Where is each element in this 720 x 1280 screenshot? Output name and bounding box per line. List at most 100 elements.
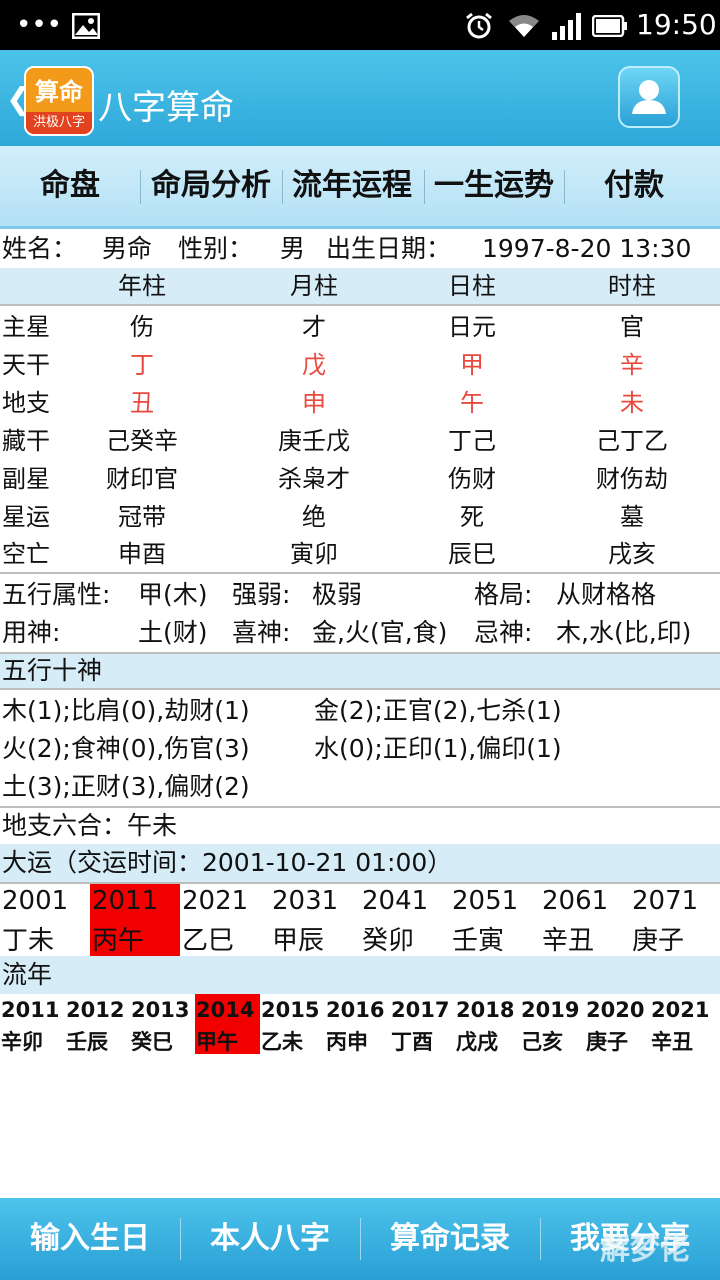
pillar-cell: 绝 [302, 503, 326, 531]
tab-payment[interactable]: 付款 [564, 146, 704, 226]
row-label: 主星 [2, 313, 50, 341]
dayun-year: 2051 [452, 886, 519, 916]
liunian-item[interactable]: 2015 乙未 [260, 994, 325, 1054]
pillar-header: 月柱 [290, 272, 338, 300]
battery-icon [591, 0, 628, 50]
row-label: 空亡 [2, 540, 50, 568]
tab-liunian-fortune[interactable]: 流年运程 [282, 146, 422, 226]
bottom-tab-enter-birthday[interactable]: 输入生日 [0, 1198, 180, 1280]
dayun-item[interactable]: 2001 丁未 [0, 884, 90, 956]
row-label: 藏干 [2, 427, 50, 455]
pillar-cell: 辰巳 [448, 540, 496, 568]
page-title: 八字算命 [98, 88, 234, 128]
pillar-cell: 冠带 [118, 503, 166, 531]
liunian-ganzhi: 壬辰 [66, 1030, 108, 1054]
gender-label: 性别： [178, 234, 254, 263]
liunian-item[interactable]: 2017 丁酉 [390, 994, 455, 1054]
row-label: 星运 [2, 503, 50, 531]
tab-lifetime-fortune[interactable]: 一生运势 [424, 146, 564, 226]
pillar-row: 星运 冠带 绝 死 墓 [0, 498, 720, 536]
dayun-item[interactable]: 2051 壬寅 [450, 884, 540, 956]
pillar-cell: 伤 [130, 313, 154, 341]
section-title: 五行十神 [2, 656, 103, 685]
tab-mingju-analysis[interactable]: 命局分析 [140, 146, 282, 226]
liunian-year: 2012 [66, 998, 125, 1022]
liunian-item-current[interactable]: 2014 甲午 [195, 994, 260, 1054]
pillar-cell: 申酉 [118, 540, 166, 568]
row-label: 地支 [2, 389, 50, 417]
shishen-item: 水(0);正印(1),偏印(1) [314, 734, 562, 763]
liunian-item[interactable]: 2013 癸巳 [130, 994, 195, 1054]
liunian-item[interactable]: 2019 己亥 [520, 994, 585, 1054]
dayun-ganzhi: 庚子 [632, 926, 685, 956]
pillar-cell: 庚壬戊 [278, 427, 350, 455]
pillar-cell: 财印官 [106, 465, 178, 493]
tab-mingpan[interactable]: 命盘 [0, 146, 140, 226]
name-label: 姓名： [2, 234, 78, 263]
liunian-item[interactable]: 2016 丙申 [325, 994, 390, 1054]
liunian-item[interactable]: 2011 辛卯 [0, 994, 65, 1054]
name-value: 男命 [102, 234, 153, 263]
pillar-cell: 丑 [130, 389, 154, 417]
clock-time: 19:50 [636, 8, 717, 41]
notification-dots: ••• [16, 10, 63, 40]
liunian-year: 2011 [1, 998, 60, 1022]
dayun-item[interactable]: 2041 癸卯 [360, 884, 450, 956]
liunian-item[interactable]: 2020 庚子 [585, 994, 650, 1054]
dayun-year: 2071 [632, 886, 699, 916]
pillar-cell: 戌亥 [608, 540, 656, 568]
liunian-ganzhi: 癸巳 [131, 1030, 173, 1054]
xishen-value: 金,火(官,食) [312, 618, 448, 647]
pillar-header: 时柱 [608, 272, 656, 300]
pillar-cell: 辛 [620, 351, 644, 379]
dayun-year: 2001 [2, 886, 69, 916]
dayun-ganzhi: 壬寅 [452, 926, 505, 956]
dayun-section-header: 大运（交运时间：2001-10-21 01:00） [0, 844, 720, 882]
dayun-ganzhi: 甲辰 [272, 926, 325, 956]
bottom-tab-my-bazi[interactable]: 本人八字 [180, 1198, 360, 1280]
dayun-year: 2031 [272, 886, 339, 916]
row-label: 副星 [2, 465, 50, 493]
yongshen-label: 用神: [2, 618, 61, 647]
divider [0, 572, 720, 574]
liunian-item[interactable]: 2018 戊戌 [455, 994, 520, 1054]
shishen-row: 火(2);食神(0),伤官(3) 水(0);正印(1),偏印(1) [0, 730, 720, 768]
liunian-ganzhi: 戊戌 [456, 1030, 498, 1054]
liunian-ganzhi: 乙未 [261, 1030, 303, 1054]
liunian-year: 2018 [456, 998, 515, 1022]
liunian-year: 2017 [391, 998, 450, 1022]
shishen-section-header: 五行十神 [0, 654, 720, 688]
liunian-year: 2014 [196, 998, 255, 1022]
dayun-item[interactable]: 2021 乙巳 [180, 884, 270, 956]
pillar-row: 副星 财印官 杀枭才 伤财 财伤劫 [0, 460, 720, 498]
bottom-tab-history[interactable]: 算命记录 [360, 1198, 540, 1280]
xishen-label: 喜神: [232, 618, 291, 647]
pillar-cell: 丁 [130, 351, 154, 379]
dayun-item[interactable]: 2061 辛丑 [540, 884, 630, 956]
dayun-item-current[interactable]: 2011 丙午 [90, 884, 180, 956]
liunian-year: 2020 [586, 998, 645, 1022]
pillar-row: 地支 丑 申 午 未 [0, 384, 720, 422]
liunian-ganzhi: 辛卯 [1, 1030, 43, 1054]
dayun-ganzhi: 辛丑 [542, 926, 595, 956]
yongshen-value: 土(财) [138, 618, 208, 647]
jishen-label: 忌神: [474, 618, 533, 647]
liunian-item[interactable]: 2012 壬辰 [65, 994, 130, 1054]
user-icon [632, 80, 666, 114]
pillar-cell: 杀枭才 [278, 465, 350, 493]
liunian-ganzhi: 丙申 [326, 1030, 368, 1054]
dayun-ganzhi: 丙午 [92, 926, 145, 956]
pillar-cell: 寅卯 [290, 540, 338, 568]
status-bar: ••• 19:50 [0, 0, 720, 50]
liunian-year: 2013 [131, 998, 190, 1022]
pillar-cell: 戊 [302, 351, 326, 379]
dayun-item[interactable]: 2071 庚子 [630, 884, 720, 956]
pillar-row: 天干 丁 戊 甲 辛 [0, 346, 720, 384]
pillar-cell: 官 [620, 313, 644, 341]
liunian-year: 2019 [521, 998, 580, 1022]
liunian-item[interactable]: 2021 辛丑 [650, 994, 715, 1054]
dayun-item[interactable]: 2031 甲辰 [270, 884, 360, 956]
pillar-cell: 伤财 [448, 465, 496, 493]
liunian-section-header: 流年 [0, 956, 720, 994]
user-profile-button[interactable] [618, 66, 680, 128]
